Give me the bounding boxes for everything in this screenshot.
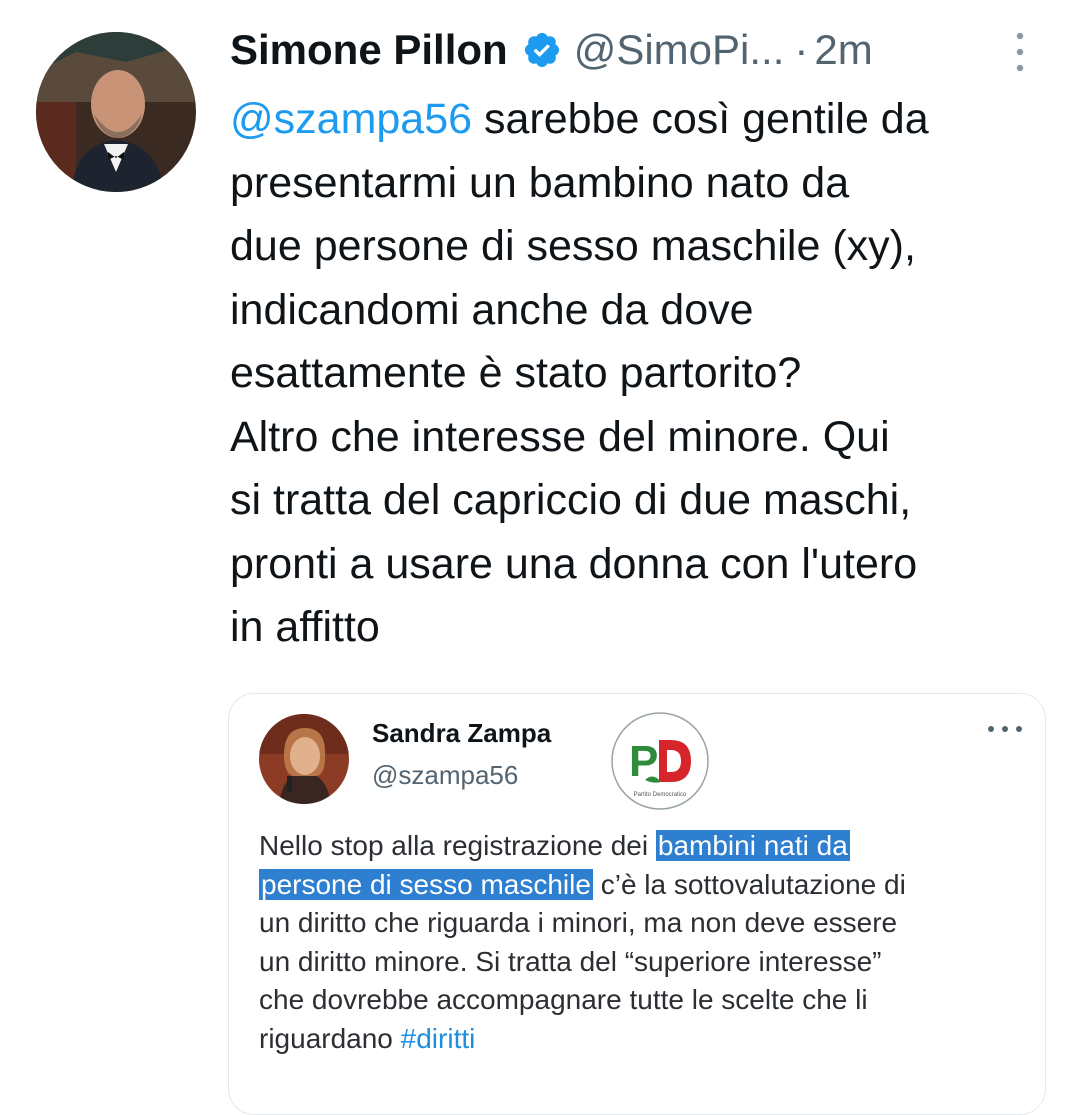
quoted-more-icon [988,726,1022,732]
quoted-author-name: Sandra Zampa [372,718,552,748]
quoted-line: riguardano #diritti [259,1020,1029,1059]
quoted-text: c’è la sottovalutazione di [592,868,906,900]
quoted-author-photo [259,714,349,804]
party-logo-icon: P Partito Democratico [611,712,709,810]
author-photo [36,32,196,192]
verified-badge-icon [524,32,559,68]
tweet-line-text: sarebbe così gentile da [472,95,929,143]
tweet-line: @szampa56 sarebbe così gentile da [230,88,1060,152]
author-avatar[interactable] [36,32,196,192]
quoted-text: riguardano [259,1022,401,1054]
quoted-line: Nello stop alla registrazione dei bambin… [259,827,1029,866]
mention-link[interactable]: @szampa56 [230,95,472,143]
tweet-line: in affitto [230,603,380,651]
embedded-image-card[interactable]: Sandra Zampa @szampa56 P Partito Democra… [228,693,1046,1115]
tweet-line: indicandomi anche da dove [230,285,754,334]
svg-text:Partito Democratico: Partito Democratico [634,792,687,798]
tweet-line: pronti a usare una donna con l'utero [230,539,918,588]
quoted-author-avatar [259,714,349,804]
quoted-tweet-body: Nello stop alla registrazione dei bambin… [259,827,1029,1058]
highlighted-text: persone di sesso maschile [259,868,593,900]
quoted-line: un diritto che riguarda i minori, ma non… [259,907,898,938]
tweet-line: due persone di sesso maschile (xy), [230,222,916,270]
quoted-author-handle: @szampa56 [372,760,519,790]
tweet-body: @szampa56 sarebbe così gentile da presen… [230,88,1060,660]
author-handle[interactable]: @SimoPi... [574,26,785,74]
tweet-line: presentarmi un bambino nato da [230,158,850,207]
highlighted-text: bambini nati da [655,830,850,861]
quoted-line: un diritto minore. Si tratta del “superi… [259,945,882,977]
tweet-header: Simone Pillon @SimoPi... · 2m [230,22,873,78]
quoted-line: persone di sesso maschile c’è la sottova… [259,866,1029,905]
quoted-line: che dovrebbe accompagnare tutte le scelt… [259,984,868,1015]
quoted-text: Nello stop alla registrazione dei [259,830,656,861]
tweet-timestamp[interactable]: 2m [814,26,872,74]
tweet-line: Altro che interesse del minore. Qui [230,412,890,461]
separator-dot: · [794,26,809,73]
more-options-icon[interactable] [1010,30,1030,74]
tweet-line: esattamente è stato partorito? [230,349,802,397]
author-name[interactable]: Simone Pillon [230,26,508,74]
tweet-line: si tratta del capriccio di due maschi, [230,476,912,524]
hashtag-link: #diritti [400,1022,476,1054]
